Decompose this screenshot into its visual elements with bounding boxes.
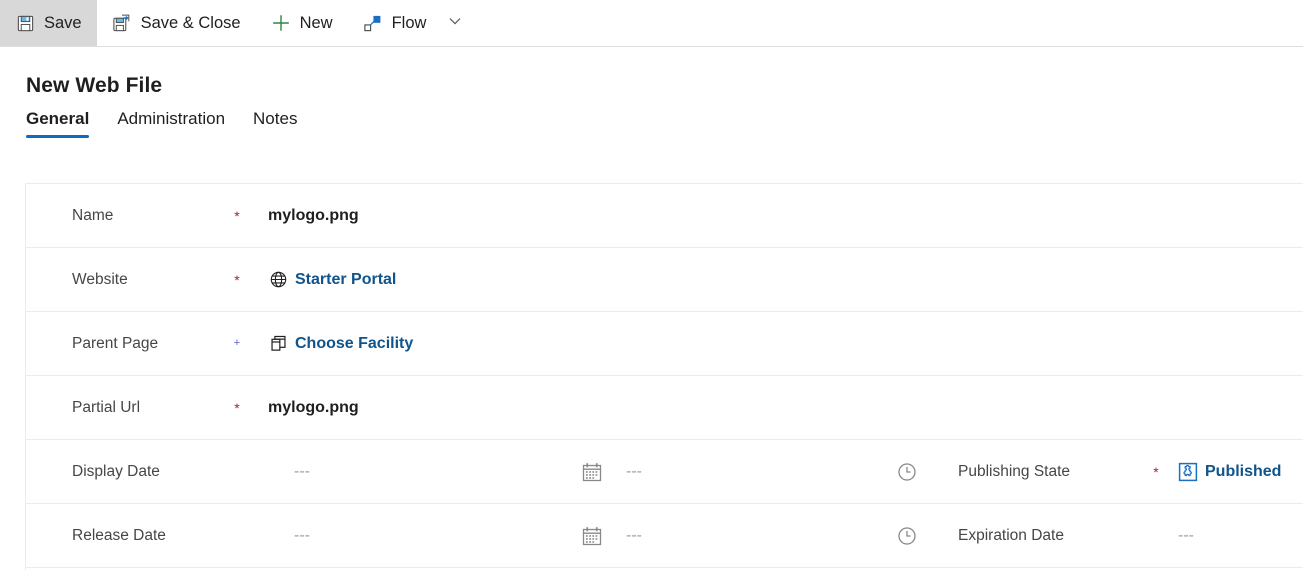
save-and-close-button[interactable]: Save & Close	[97, 0, 256, 46]
required-indicator-publishing-state: *	[1153, 463, 1159, 480]
plus-icon	[271, 13, 291, 33]
tab-general-label: General	[26, 109, 90, 128]
required-indicator-website: *	[234, 271, 240, 288]
save-and-close-button-label: Save & Close	[140, 13, 241, 32]
clock-icon[interactable]	[888, 440, 926, 503]
flow-button-label: Flow	[391, 13, 427, 32]
field-value-release-time[interactable]: ---	[626, 504, 876, 567]
clock-icon[interactable]	[888, 504, 926, 567]
flow-overflow-button[interactable]	[441, 0, 475, 46]
tab-notes-label: Notes	[253, 109, 298, 128]
field-label-name: Name	[72, 206, 114, 224]
field-label-release-date: Release Date	[72, 526, 166, 544]
page-title: New Web File	[26, 74, 163, 97]
command-bar: Save Save & Close New Flow	[0, 0, 1303, 47]
calendar-icon[interactable]	[574, 504, 610, 567]
new-button[interactable]: New	[256, 0, 348, 46]
required-indicator-partial-url: *	[234, 399, 240, 416]
save-button-label: Save	[44, 13, 82, 32]
field-value-publishing-state[interactable]: Published	[1178, 440, 1281, 503]
required-indicator-name: *	[234, 207, 240, 224]
save-close-icon	[112, 13, 132, 33]
calendar-icon[interactable]	[574, 440, 610, 503]
field-label-expiration-date: Expiration Date	[958, 526, 1064, 544]
tab-general[interactable]: General	[26, 109, 90, 138]
form-row-partial-url: Partial Url * mylogo.png	[26, 376, 1303, 440]
field-label-publishing-state: Publishing State	[958, 462, 1071, 480]
form-row-display-date: Display Date --- --- Publishing State * …	[26, 440, 1303, 504]
field-value-parent-page[interactable]: Choose Facility	[248, 312, 413, 375]
save-icon	[15, 13, 35, 33]
flow-button[interactable]: Flow	[348, 0, 442, 46]
pages-icon	[268, 334, 288, 354]
tab-strip: General Administration Notes	[0, 98, 1303, 138]
form-row-release-date: Release Date --- --- Expiration Date ---	[26, 504, 1303, 568]
tab-administration-label: Administration	[117, 109, 226, 128]
field-value-display-time[interactable]: ---	[626, 440, 876, 503]
field-label-parent-page: Parent Page	[72, 334, 159, 352]
field-label-display-date: Display Date	[72, 462, 160, 480]
save-button[interactable]: Save	[0, 0, 97, 46]
tab-administration[interactable]: Administration	[117, 109, 225, 138]
field-label-partial-url: Partial Url	[72, 398, 141, 416]
field-value-website[interactable]: Starter Portal	[248, 248, 396, 311]
publishing-state-icon	[1178, 462, 1198, 482]
optional-indicator-parent-page: +	[233, 337, 241, 349]
form-panel: Name * mylogo.png Website * Starter Port…	[25, 183, 1303, 570]
field-value-partial-url[interactable]: mylogo.png	[248, 376, 359, 439]
field-value-expiration-date[interactable]: ---	[1178, 504, 1194, 567]
form-row-parent-page: Parent Page + Choose Facility	[26, 312, 1303, 376]
form-row-website: Website * Starter Portal	[26, 248, 1303, 312]
globe-icon	[268, 270, 288, 290]
field-value-display-date[interactable]: ---	[294, 440, 544, 503]
field-value-name[interactable]: mylogo.png	[248, 184, 359, 247]
required-indicator-expiration-date	[1144, 504, 1168, 567]
chevron-down-icon	[447, 13, 463, 34]
new-button-label: New	[299, 13, 333, 32]
form-row-name: Name * mylogo.png	[26, 184, 1303, 248]
tab-notes[interactable]: Notes	[253, 109, 297, 138]
flow-icon	[363, 13, 383, 33]
field-label-website: Website	[72, 270, 128, 288]
field-value-release-date[interactable]: ---	[294, 504, 544, 567]
